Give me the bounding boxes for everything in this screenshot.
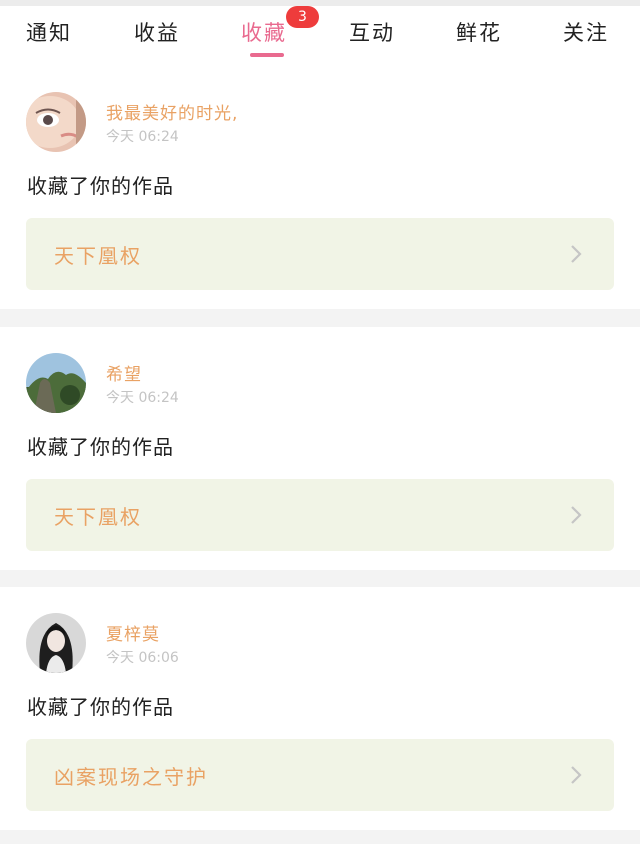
tab-flowers[interactable]: 鲜花	[456, 18, 502, 48]
username[interactable]: 夏梓莫	[106, 620, 160, 645]
username[interactable]: 希望	[106, 360, 142, 385]
favorites-count-badge: 3	[286, 6, 319, 28]
username[interactable]: 我最美好的时光,	[106, 99, 238, 124]
chevron-right-icon	[571, 766, 582, 784]
avatar[interactable]	[26, 613, 86, 673]
notification-card: 我最美好的时光, 今天 06:24 收藏了你的作品 天下凰权	[0, 66, 640, 309]
notification-card: 希望 今天 06:24 收藏了你的作品 天下凰权	[0, 327, 640, 570]
timestamp: 今天 06:24	[106, 129, 179, 145]
timestamp: 今天 06:06	[106, 650, 179, 666]
work-link[interactable]: 凶案现场之守护	[26, 739, 614, 811]
avatar[interactable]	[26, 92, 86, 152]
tab-bar: 通知 收益 收藏 3 互动 鲜花 关注	[0, 6, 640, 66]
work-link[interactable]: 天下凰权	[26, 479, 614, 551]
timestamp: 今天 06:24	[106, 390, 179, 406]
work-title: 天下凰权	[54, 244, 142, 268]
tab-notifications[interactable]: 通知	[26, 18, 72, 48]
tab-earnings[interactable]: 收益	[134, 18, 180, 48]
avatar[interactable]	[26, 353, 86, 413]
tab-interactions[interactable]: 互动	[349, 18, 395, 48]
action-text: 收藏了你的作品	[27, 174, 174, 198]
work-title: 天下凰权	[54, 505, 142, 529]
action-text: 收藏了你的作品	[27, 695, 174, 719]
chevron-right-icon	[571, 245, 582, 263]
work-link[interactable]: 天下凰权	[26, 218, 614, 290]
action-text: 收藏了你的作品	[27, 435, 174, 459]
chevron-right-icon	[571, 506, 582, 524]
active-tab-indicator	[250, 53, 284, 57]
tab-favorites[interactable]: 收藏	[241, 18, 287, 48]
notification-card: 夏梓莫 今天 06:06 收藏了你的作品 凶案现场之守护	[0, 587, 640, 830]
work-title: 凶案现场之守护	[54, 765, 208, 789]
tab-follows[interactable]: 关注	[563, 18, 609, 48]
